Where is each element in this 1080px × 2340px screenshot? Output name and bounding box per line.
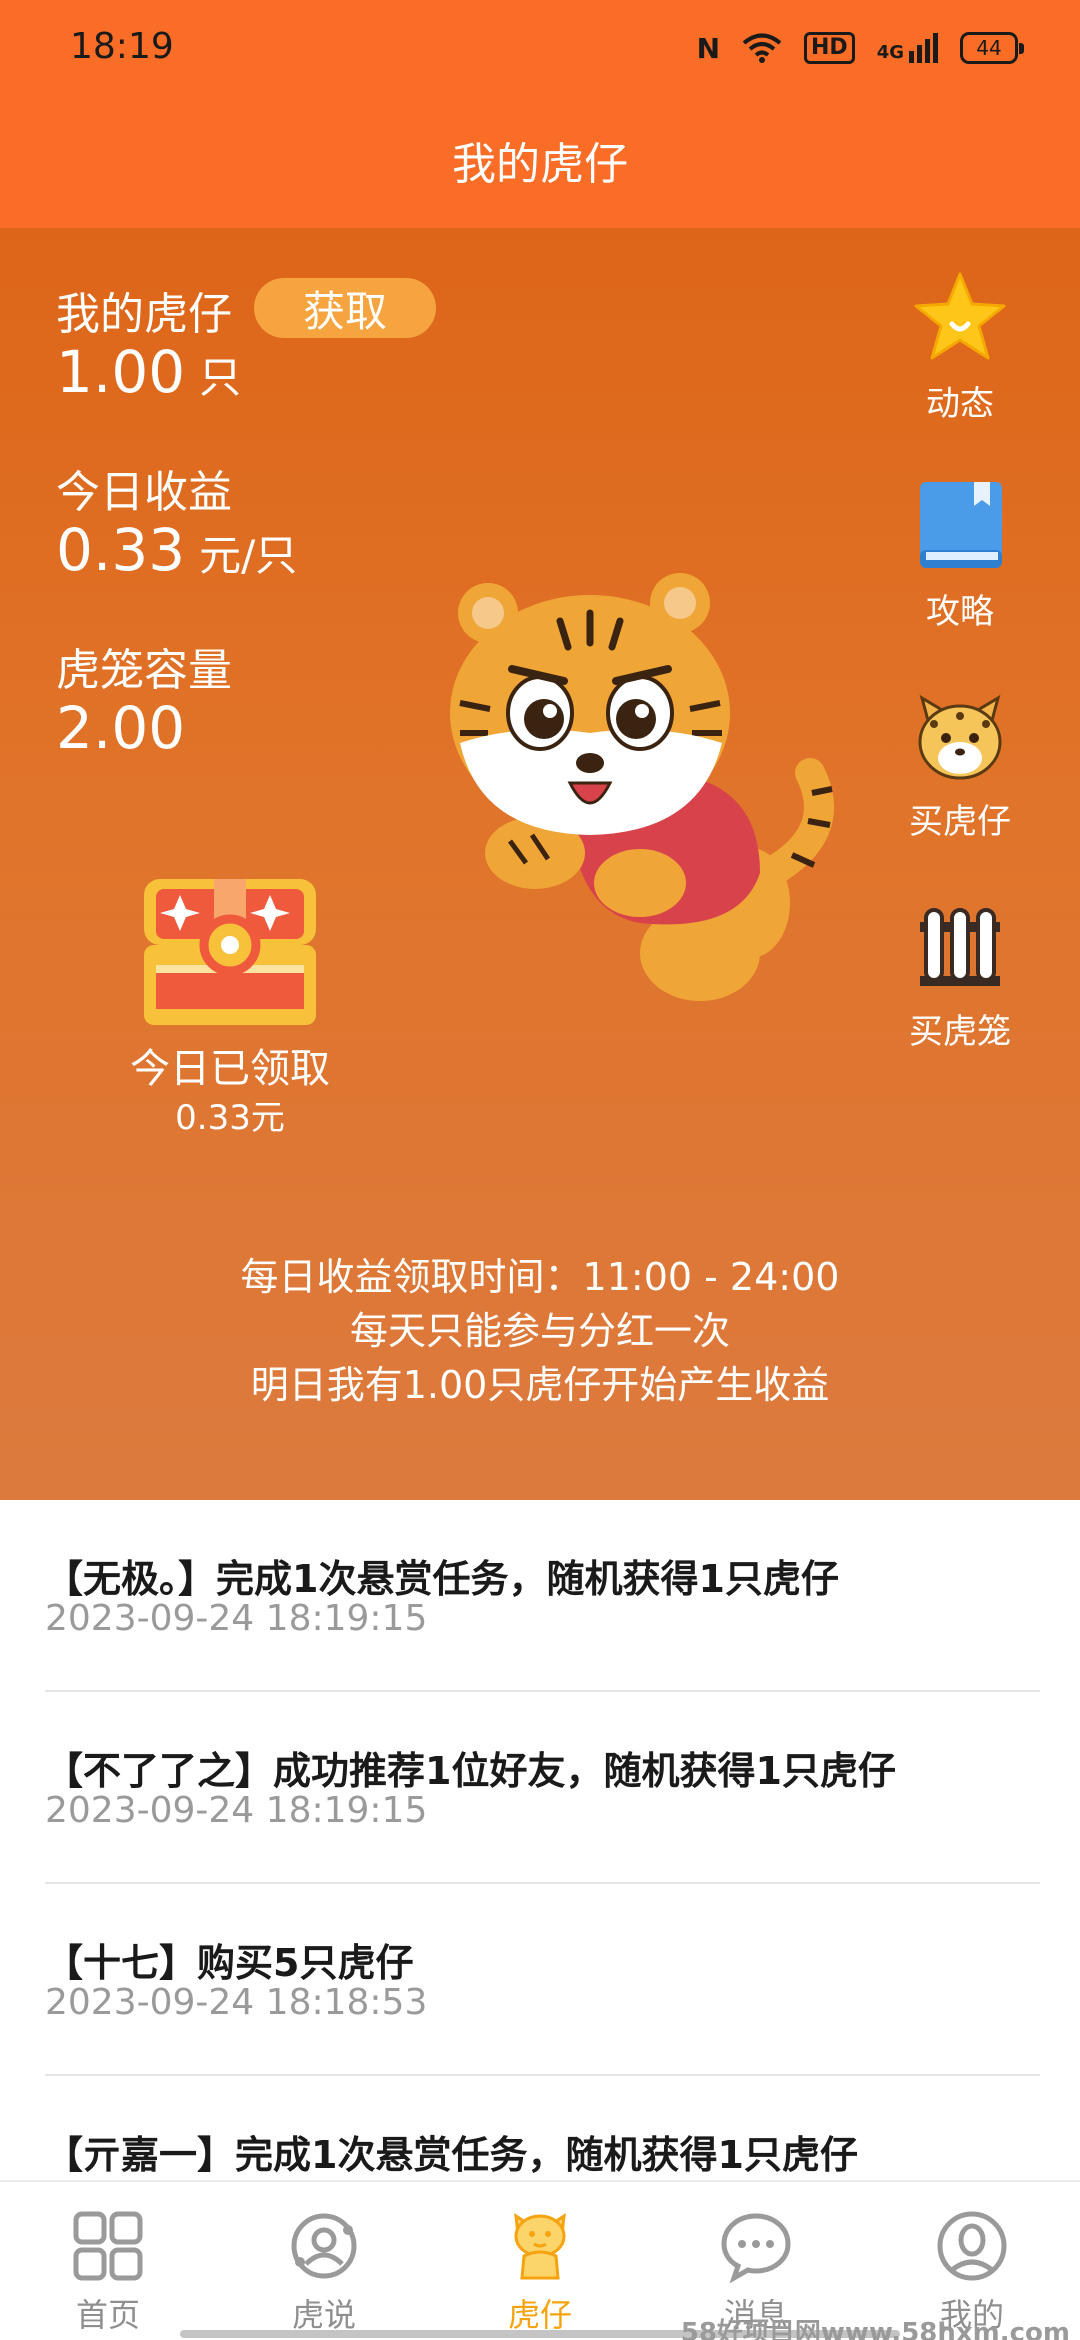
nfc-icon: N bbox=[696, 31, 720, 65]
star-icon bbox=[914, 272, 1006, 360]
grid-icon bbox=[73, 2211, 143, 2281]
my-tigers-unit: 只 bbox=[199, 353, 242, 402]
today-income-value: 0.33 元/只 bbox=[56, 516, 297, 584]
side-item-label: 买虎仔 bbox=[909, 802, 1011, 842]
feed-item-time: 2023-09-24 18:18:53 bbox=[45, 1982, 428, 2023]
rule-once-per-day: 每天只能参与分红一次 bbox=[349, 1309, 730, 1353]
feed-item-title: 【不了了之】成功推荐1位好友，随机获得1只虎仔 bbox=[45, 1749, 896, 1793]
treasure-chest-icon bbox=[144, 879, 316, 1025]
side-item-feed[interactable]: 动态 bbox=[900, 268, 1020, 425]
income-rules: 每日收益领取时间：11:00 - 24:00 每天只能参与分红一次 明日我有1.… bbox=[0, 1250, 1080, 1412]
my-tigers-number: 1.00 bbox=[56, 338, 186, 406]
side-item-label: 攻略 bbox=[926, 592, 994, 632]
my-tigers-value: 1.00 只 bbox=[56, 338, 241, 406]
tiger-mascot-illustration bbox=[450, 573, 834, 1001]
battery-icon: 44 bbox=[960, 32, 1024, 64]
today-income-label: 今日收益 bbox=[56, 467, 232, 518]
cage-capacity-value: 2.00 bbox=[56, 694, 186, 762]
rule-tomorrow-income: 明日我有1.00只虎仔开始产生收益 bbox=[250, 1363, 830, 1407]
profile-icon bbox=[937, 2211, 1007, 2281]
side-item-label: 买虎笼 bbox=[909, 1012, 1011, 1052]
status-icons: N HD 4G 44 bbox=[696, 26, 1024, 70]
claimed-today-amount: 0.33元 bbox=[175, 1098, 285, 1138]
today-income-number: 0.33 bbox=[56, 516, 186, 584]
tiger-face-icon bbox=[918, 694, 1002, 780]
feed-item-time: 2023-09-24 18:19:15 bbox=[45, 1598, 428, 1639]
my-tigers-label: 我的虎仔 bbox=[56, 289, 232, 340]
list-item: 【不了了之】成功推荐1位好友，随机获得1只虎仔 2023-09-24 18:19… bbox=[45, 1692, 1040, 1884]
top-bar: 18:19 N HD 4G 44 我的虎仔 bbox=[0, 0, 1080, 228]
side-item-buy-tiger[interactable]: 买虎仔 bbox=[900, 686, 1020, 843]
tiger-summary-panel: 我的虎仔 获取 1.00 只 今日收益 0.33 元/只 虎笼容量 2.00 动态 … bbox=[0, 228, 1080, 1500]
feed-item-title: 【亓嘉一】完成1次悬赏任务，随机获得1只虎仔 bbox=[45, 2133, 858, 2177]
tiger-icon bbox=[514, 2212, 566, 2280]
tab-home[interactable]: 首页 bbox=[0, 2182, 216, 2340]
chat-bubble-icon bbox=[721, 2213, 791, 2284]
feed-item-time: 2023-09-24 18:19:15 bbox=[45, 1790, 428, 1831]
today-income-unit: 元/只 bbox=[199, 531, 298, 580]
claimed-today-label: 今日已领取 bbox=[130, 1046, 330, 1092]
tab-tiger-talk[interactable]: 虎说 bbox=[216, 2182, 432, 2340]
hd-icon: HD bbox=[804, 32, 855, 64]
wifi-icon bbox=[742, 33, 782, 63]
list-item: 【无极。】完成1次悬赏任务，随机获得1只虎仔 2023-09-24 18:19:… bbox=[45, 1500, 1040, 1692]
status-time: 18:19 bbox=[70, 26, 174, 67]
cage-icon bbox=[920, 908, 1000, 986]
get-tiger-button[interactable]: 获取 bbox=[254, 278, 436, 338]
book-icon bbox=[920, 482, 1002, 568]
watermark-text: 58好项目网www.58hxm.com bbox=[680, 2318, 1070, 2340]
feed-item-title: 【十七】购买5只虎仔 bbox=[45, 1941, 414, 1985]
tab-tiger[interactable]: 虎仔 bbox=[432, 2182, 648, 2340]
user-orbit-icon bbox=[291, 2213, 357, 2279]
feed-item-title: 【无极。】完成1次悬赏任务，随机获得1只虎仔 bbox=[45, 1557, 839, 1601]
signal-icon: 4G bbox=[877, 33, 938, 63]
page-title: 我的虎仔 bbox=[452, 139, 628, 190]
side-item-guide[interactable]: 攻略 bbox=[900, 476, 1020, 633]
list-item: 【十七】购买5只虎仔 2023-09-24 18:18:53 bbox=[45, 1884, 1040, 2076]
rule-claim-time: 每日收益领取时间：11:00 - 24:00 bbox=[240, 1255, 840, 1299]
side-item-buy-cage[interactable]: 买虎笼 bbox=[900, 896, 1020, 1053]
cage-capacity-label: 虎笼容量 bbox=[56, 645, 232, 696]
side-item-label: 动态 bbox=[926, 384, 994, 424]
